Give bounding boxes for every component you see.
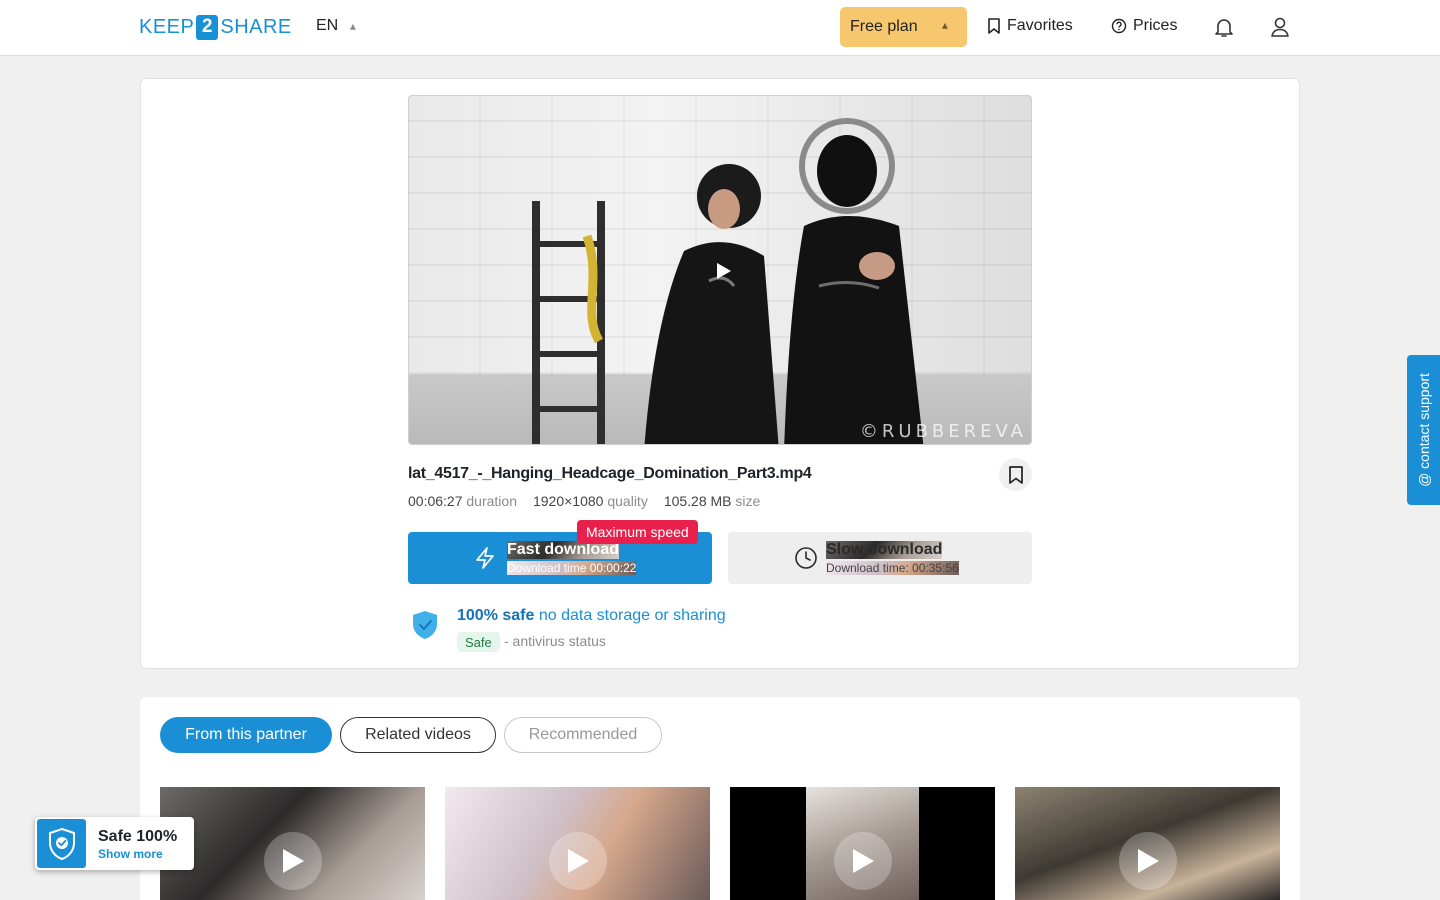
user-icon: [1271, 17, 1289, 37]
slow-download-title: Slow download: [826, 541, 943, 559]
contact-support-label: @ contact support: [1415, 373, 1432, 487]
logo-text-share: SHARE: [220, 15, 292, 38]
prices-label: Prices: [1133, 17, 1178, 34]
slow-download-button[interactable]: Slow download Download time: 00:35:56: [728, 532, 1032, 584]
quality-label: quality: [607, 493, 648, 509]
logo-text-keep: KEEP: [139, 15, 195, 38]
safety-statement: 100% safe no data storage or sharing: [457, 607, 726, 625]
size-label: size: [735, 493, 761, 509]
language-selector[interactable]: EN ▼: [316, 17, 358, 35]
plan-label: Free plan: [850, 18, 918, 35]
video-thumbnail[interactable]: [730, 787, 995, 900]
favorites-link[interactable]: Favorites: [987, 17, 1073, 35]
play-button[interactable]: [833, 832, 892, 890]
plan-dropdown-button[interactable]: Free plan ▼: [840, 7, 967, 47]
safe-widget-title: Safe 100%: [98, 828, 178, 845]
video-watermark: ©RUBBEREVA: [859, 421, 1027, 442]
video-frame-figure-left: [644, 164, 779, 444]
chevron-up-icon: ▼: [940, 20, 950, 31]
video-thumbnail[interactable]: [1015, 787, 1280, 900]
play-icon: [567, 849, 589, 873]
antivirus-safe-badge: Safe: [457, 632, 500, 652]
keep2share-logo[interactable]: KEEP 2 SHARE: [139, 14, 292, 40]
video-thumbnail[interactable]: [445, 787, 710, 900]
duration-info: 00:06:27 duration: [408, 493, 517, 509]
clock-icon: [795, 547, 817, 569]
play-button[interactable]: [263, 832, 322, 890]
quality-value: 1920×1080: [532, 493, 604, 509]
antivirus-status-label: - antivirus status: [504, 633, 606, 649]
logo-text-2: 2: [196, 14, 219, 40]
size-info: 105.28 MB size: [664, 493, 761, 509]
safety-bold: 100% safe: [457, 607, 535, 624]
shield-check-icon: [37, 819, 86, 868]
video-frame-ladder: [532, 201, 605, 444]
chevron-up-icon: ▼: [348, 20, 359, 32]
safe-100-widget[interactable]: Safe 100% Show more: [35, 817, 194, 870]
play-icon: [852, 849, 874, 873]
duration-value: 00:06:27: [408, 493, 463, 509]
slow-download-time: Download time: 00:35:56: [826, 561, 959, 575]
file-name: lat_4517_-_Hanging_Headcage_Domination_P…: [408, 465, 812, 482]
favorites-label: Favorites: [1007, 17, 1073, 34]
play-icon: [282, 849, 304, 873]
play-button[interactable]: [548, 832, 607, 890]
video-thumbnail[interactable]: [160, 787, 425, 900]
show-more-link[interactable]: Show more: [98, 847, 163, 861]
language-label: EN: [316, 17, 339, 34]
tab-recommended[interactable]: Recommended: [504, 717, 662, 753]
top-header: KEEP 2 SHARE EN ▼ Free plan ▼ Favorites …: [0, 0, 1440, 56]
play-button[interactable]: [1118, 832, 1177, 890]
video-frame-figure-right: [784, 118, 924, 444]
user-account-button[interactable]: [1267, 14, 1293, 40]
prices-link[interactable]: Prices: [1111, 17, 1177, 35]
play-icon: [1137, 849, 1159, 873]
file-meta: 00:06:27 duration 1920×1080 quality 105.…: [408, 493, 760, 509]
quality-info: 1920×1080 quality: [533, 493, 648, 509]
play-icon[interactable]: [713, 261, 733, 281]
fast-download-time: Download time 00:00:22: [507, 561, 637, 575]
safety-rest: no data storage or sharing: [534, 607, 726, 624]
video-preview[interactable]: ©RUBBEREVA: [408, 95, 1032, 445]
bookmark-icon: [1008, 465, 1023, 484]
contact-support-tab[interactable]: @ contact support: [1407, 355, 1440, 505]
bell-icon: [1215, 19, 1233, 37]
notifications-button[interactable]: [1211, 14, 1237, 40]
question-circle-icon: [1111, 18, 1127, 34]
bookmark-icon: [988, 18, 1000, 34]
size-value: 105.28 MB: [663, 493, 732, 509]
tab-from-this-partner[interactable]: From this partner: [160, 717, 332, 753]
lightning-icon: [476, 547, 494, 569]
tab-related-videos[interactable]: Related videos: [340, 717, 496, 753]
maximum-speed-badge: Maximum speed: [577, 520, 698, 544]
add-to-favorites-button[interactable]: [999, 458, 1032, 491]
duration-label: duration: [466, 493, 517, 509]
shield-check-icon: [413, 611, 437, 639]
